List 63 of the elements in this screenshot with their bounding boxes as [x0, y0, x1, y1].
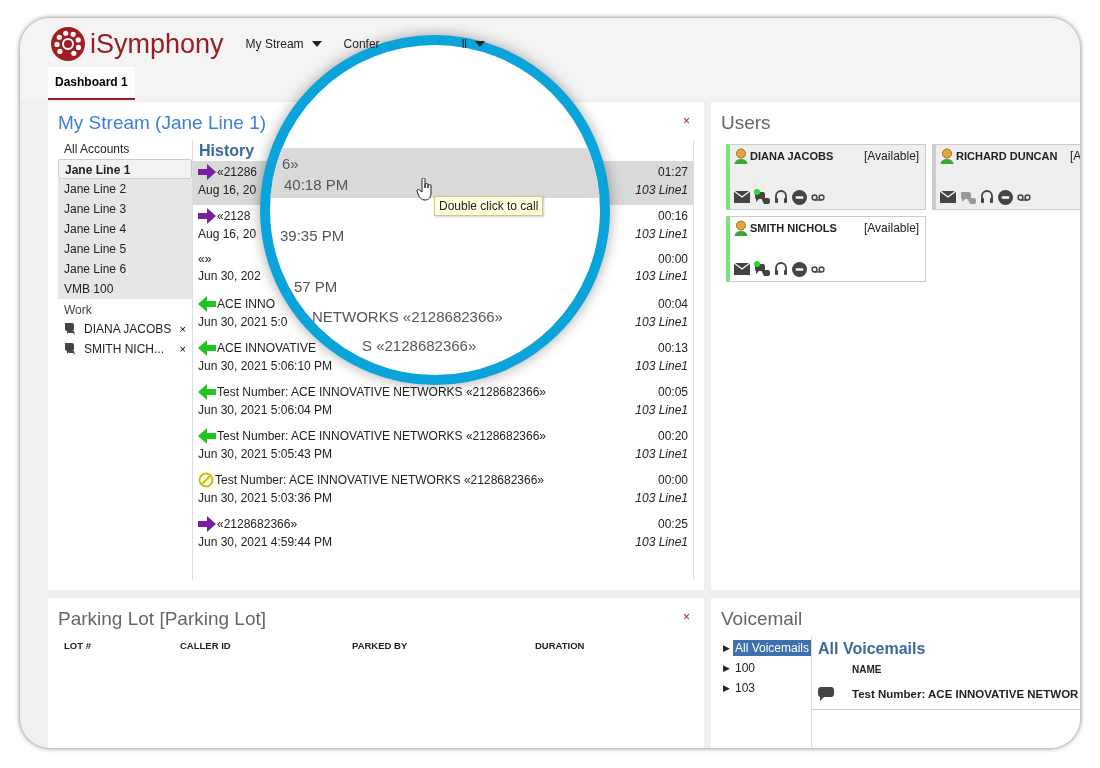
magnified-text: 39:35 PM	[280, 227, 345, 244]
call-line: 103 Line1	[635, 227, 688, 241]
caller-text: «»	[198, 252, 212, 266]
call-line: 103 Line1	[635, 359, 688, 373]
caller-text: «21286	[217, 165, 258, 179]
user-name: DIANA JACOBS	[750, 150, 835, 162]
call-duration: 00:00	[657, 252, 688, 266]
call-date: Jun 30, 2021 5:03:36 PM	[198, 491, 333, 505]
call-date: Jun 30, 2021 5:0	[198, 315, 288, 329]
caller-text: Test Number: ACE INNOVATIVE NETWORKS «2128682366»	[215, 473, 545, 487]
caller-text: «2128	[217, 209, 251, 223]
app-logo-text: iSymphony	[90, 28, 224, 60]
column-header: CALLER ID	[180, 640, 231, 651]
history-heading: History	[198, 141, 256, 161]
call-duration: 00:20	[657, 429, 688, 443]
call-date: Jun 30, 2021 5:05:43 PM	[198, 447, 333, 461]
caller-text: Test Number: ACE INNOVATIVE NETWORKS «2128682366»	[217, 429, 547, 443]
magnified-text: 57 PM	[294, 278, 338, 295]
column-header: PARKED BY	[352, 640, 408, 651]
call-line: 103 Line1	[635, 535, 688, 549]
magnified-text: 6»	[282, 155, 299, 172]
magnified-text: NETWORKS «2128682366»	[312, 308, 503, 325]
call-duration: 00:16	[657, 209, 688, 223]
call-date: Aug 16, 20	[198, 183, 257, 197]
call-date: Aug 16, 20	[198, 227, 257, 241]
magnified-text: S «2128682366»	[362, 337, 477, 354]
call-date: Jun 30, 2021 5:06:10 PM	[198, 359, 333, 373]
call-line: 103 Line1	[635, 183, 688, 197]
magnified-text: 40:18 PM	[284, 176, 349, 193]
column-header: DURATION	[535, 640, 585, 651]
call-line: 103 Line1	[635, 269, 688, 283]
voicemail-heading: All Voicemails	[817, 639, 927, 659]
call-date: Jun 30, 2021 5:06:04 PM	[198, 403, 333, 417]
column-header: LOT #	[64, 640, 91, 651]
call-duration: 01:27	[657, 165, 688, 179]
call-date: Jun 30, 2021 4:59:44 PM	[198, 535, 333, 549]
caller-text: «2128682366»	[217, 517, 298, 531]
call-line: 103 Line1	[635, 491, 688, 505]
panel-title: Parking Lot [Parking Lot]	[57, 607, 268, 631]
accounts-label: All Accounts	[63, 141, 131, 158]
caller-text: ACE INNO	[217, 297, 275, 311]
work-label: Work	[63, 302, 93, 319]
caller-text: Test Number: ACE INNOVATIVE NETWORKS «2128682366»	[217, 385, 547, 399]
tooltip: Double click to call	[434, 196, 544, 216]
panel-title: Users	[720, 111, 772, 135]
call-duration: 00:04	[657, 297, 688, 311]
call-line: 103 Line1	[635, 315, 688, 329]
column-header: NAME	[851, 663, 883, 677]
call-duration: 00:00	[657, 473, 688, 487]
user-status: [Available]	[864, 149, 920, 163]
call-duration: 00:13	[657, 341, 688, 355]
call-duration: 00:25	[657, 517, 688, 531]
call-duration: 00:05	[657, 385, 688, 399]
caller-text: ACE INNOVATIVE	[217, 341, 316, 355]
voicemail-name: Test Number: ACE INNOVATIVE NETWOR	[852, 688, 1079, 700]
panel-title: My Stream (Jane Line 1)	[57, 111, 268, 135]
call-line: 103 Line1	[635, 447, 688, 461]
user-name: SMITH NICHOLS	[750, 222, 838, 234]
user-name: RICHARD DUNCAN	[956, 150, 1059, 162]
panel-title: Voicemail	[720, 607, 804, 631]
call-date: Jun 30, 202	[198, 269, 261, 283]
user-status: [Available]	[864, 221, 920, 235]
call-line: 103 Line1	[635, 403, 688, 417]
